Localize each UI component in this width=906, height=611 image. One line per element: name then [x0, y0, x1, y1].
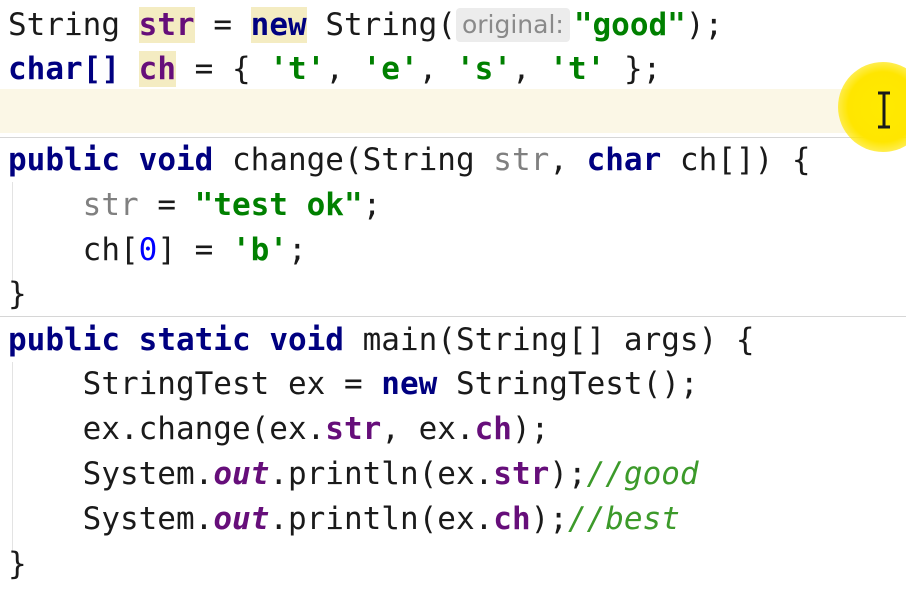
closing-brace: } [8, 546, 27, 582]
field-str[interactable]: str [325, 411, 381, 447]
keyword-new: new [381, 366, 438, 402]
token: , [418, 51, 456, 87]
char-literal: 'b' [231, 232, 288, 268]
char-literal: 's' [455, 51, 512, 87]
keyword-static: static [138, 322, 251, 358]
parameter-str: str [493, 142, 550, 178]
token: = [138, 187, 195, 223]
keyword-char: char [586, 142, 662, 178]
number-literal: 0 [138, 232, 158, 268]
token: ); [549, 456, 587, 492]
i-beam-cursor-icon [878, 91, 890, 129]
token: ch[]) { [661, 142, 811, 178]
string-literal: "good" [573, 7, 686, 43]
token: StringTest ex = [8, 366, 382, 402]
code-line-5[interactable]: str = "test ok"; [8, 183, 382, 227]
token: change(String [213, 142, 494, 178]
code-line-6[interactable]: ch[0] = 'b'; [8, 228, 307, 272]
string-literal: "test ok" [194, 187, 363, 223]
parameter-hint: original: [455, 8, 570, 42]
field-ch[interactable]: ch [138, 51, 176, 87]
token: ; [287, 232, 307, 268]
keyword-void: void [269, 322, 344, 358]
line-comment: //best [567, 501, 680, 537]
token: , [549, 142, 587, 178]
code-line-13[interactable]: } [8, 542, 27, 586]
keyword-void: void [138, 142, 214, 178]
token: char[] [8, 51, 139, 87]
token: String( [306, 7, 456, 43]
code-line-8[interactable]: public static void main(String[] args) { [8, 318, 755, 362]
field-str[interactable]: str [138, 7, 195, 43]
code-line-12[interactable]: System.out.println(ex.ch);//best [8, 497, 680, 541]
field-ch[interactable]: ch [493, 501, 530, 537]
code-line-10[interactable]: ex.change(ex.str, ex.ch); [8, 407, 550, 451]
token: System. [8, 456, 214, 492]
token: = { [175, 51, 270, 87]
token: String [8, 7, 139, 43]
token: , [511, 51, 550, 87]
keyword-public: public [8, 142, 120, 178]
code-editor[interactable]: String str = new String(original: "good")… [0, 0, 906, 611]
closing-brace: } [8, 276, 27, 312]
current-line-highlight [0, 89, 906, 133]
char-literal: 't' [549, 51, 606, 87]
keyword-new: new [250, 7, 307, 43]
field-str[interactable]: str [493, 456, 549, 492]
token: }; [605, 51, 662, 87]
code-line-4[interactable]: public void change(String str, char ch[]… [8, 138, 811, 182]
method-separator [0, 316, 906, 317]
token: ); [511, 411, 550, 447]
line-comment: //good [586, 456, 699, 492]
token: = [194, 7, 251, 43]
token: ] = [157, 232, 232, 268]
static-field-out[interactable]: out [213, 501, 269, 537]
token: System. [8, 501, 214, 537]
code-line-9[interactable]: StringTest ex = new StringTest(); [8, 362, 699, 406]
field-ch[interactable]: ch [475, 411, 512, 447]
token: ex.change(ex. [8, 411, 326, 447]
char-literal: 'e' [362, 51, 419, 87]
token: ); [685, 7, 724, 43]
static-field-out[interactable]: out [213, 456, 269, 492]
token: ); [530, 501, 568, 537]
code-line-11[interactable]: System.out.println(ex.str);//good [8, 452, 699, 496]
code-line-2[interactable]: char[] ch = { 't', 'e', 's', 't' }; [8, 47, 661, 91]
code-line-1[interactable]: String str = new String(original: "good")… [8, 3, 723, 47]
char-literal: 't' [269, 51, 326, 87]
code-line-7[interactable]: } [8, 272, 27, 316]
token: ; [362, 187, 382, 223]
token: StringTest(); [437, 366, 699, 402]
keyword-public: public [8, 322, 120, 358]
token: ch[ [8, 232, 139, 268]
token: , ex. [381, 411, 475, 447]
token: , [325, 51, 363, 87]
parameter-str: str [82, 187, 139, 223]
cursor-highlight [838, 62, 906, 152]
token: .println(ex. [269, 501, 494, 537]
token: .println(ex. [269, 456, 494, 492]
token: main(String[] args) { [343, 322, 755, 358]
